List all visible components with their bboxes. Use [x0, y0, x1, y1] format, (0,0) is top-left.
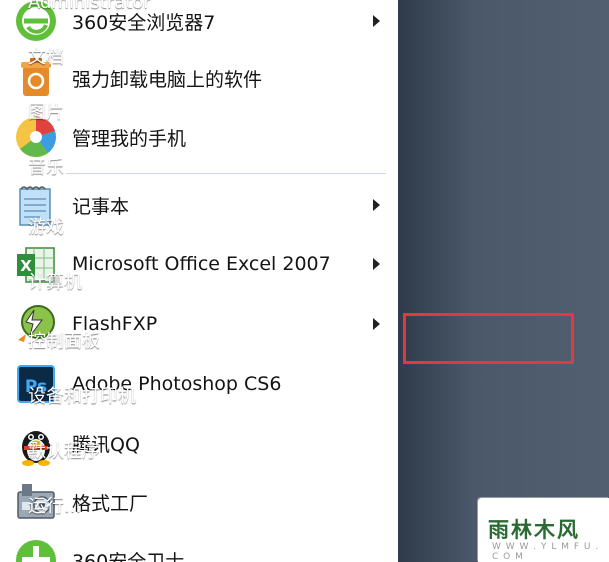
right-item-default-programs[interactable]: 默认程序 [28, 437, 100, 463]
right-item-documents[interactable]: 文档 [28, 43, 64, 69]
program-item-360-safeguard[interactable]: 360安全卫士 [6, 533, 392, 562]
360-safeguard-icon [16, 540, 56, 562]
right-item-music[interactable]: 音乐 [28, 153, 64, 179]
start-menu-places-pane [398, 0, 609, 562]
submenu-arrow-icon[interactable] [373, 258, 380, 270]
program-label: 强力卸载电脑上的软件 [72, 68, 263, 91]
program-label: 格式工厂 [72, 492, 149, 515]
right-item-administrator[interactable]: Administrator [28, 0, 151, 13]
menu-separator [66, 173, 386, 174]
right-item-computer[interactable]: 计算机 [28, 268, 82, 294]
program-label: 记事本 [72, 195, 130, 218]
right-item-devices-printers[interactable]: 设备和打印机 [28, 382, 136, 408]
watermark-url: W W W . Y L M F U . C O M [492, 542, 600, 562]
submenu-arrow-icon[interactable] [373, 15, 380, 27]
submenu-arrow-icon[interactable] [373, 199, 380, 211]
program-label: 管理我的手机 [72, 127, 187, 150]
program-label: Microsoft Office Excel 2007 [72, 253, 331, 275]
program-label: 360安全卫士 [72, 550, 185, 562]
control-panel-highlight [403, 313, 574, 364]
watermark-logo: 雨林木风 [488, 518, 580, 542]
submenu-arrow-icon[interactable] [373, 318, 380, 330]
right-item-pictures[interactable]: 图片 [28, 98, 64, 124]
right-item-control-panel[interactable]: 控制面板 [28, 327, 100, 353]
watermark: 雨林木风 W W W . Y L M F U . C O M [478, 498, 609, 562]
right-item-run[interactable]: 运行... [28, 492, 81, 518]
right-item-games[interactable]: 游戏 [28, 213, 64, 239]
